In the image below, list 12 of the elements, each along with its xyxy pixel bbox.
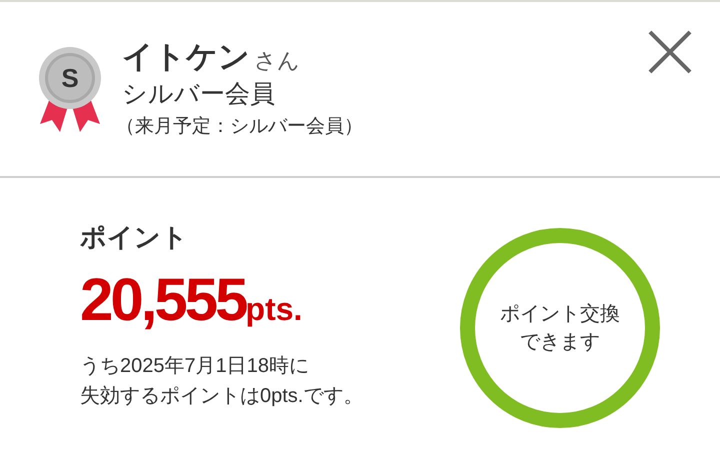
member-name: イトケン: [122, 41, 250, 72]
points-label: ポイント: [80, 224, 189, 250]
points-value: 20,555: [80, 270, 246, 330]
member-rank: シルバー会員: [122, 82, 276, 107]
expiry-note: 失効するポイントは0pts.です。: [80, 386, 364, 406]
honorific: さん: [254, 50, 300, 72]
points-unit: pts.: [246, 293, 302, 325]
exchange-button[interactable]: ポイント交換 できます: [460, 228, 660, 428]
next-rank-note: （来月予定：シルバー会員）: [116, 117, 363, 136]
expiry-note: うち2025年7月1日18時に: [80, 356, 310, 376]
close-icon: [647, 29, 693, 75]
close-button[interactable]: [646, 28, 694, 76]
